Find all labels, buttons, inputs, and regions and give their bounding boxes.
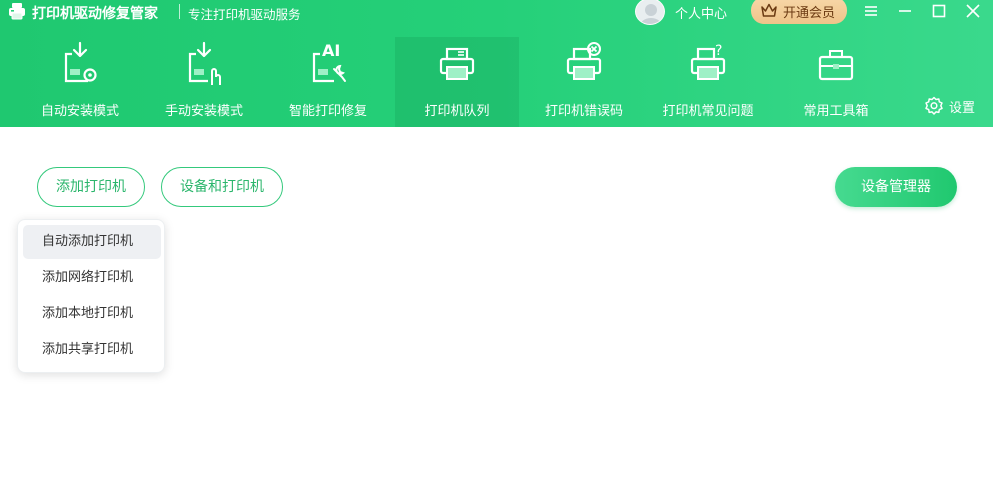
nav-label: 智能打印修复 — [288, 104, 367, 119]
add-printer-dropdown: 自动添加打印机 添加网络打印机 添加本地打印机 添加共享打印机 — [17, 219, 165, 373]
device-manager-button[interactable]: 设备管理器 — [835, 167, 957, 207]
title-divider — [179, 4, 180, 19]
nav-label: 手动安装模式 — [164, 104, 243, 119]
nav-item-printer-queue[interactable]: 打印机队列 — [395, 37, 519, 127]
settings-button[interactable]: 设置 — [924, 96, 986, 116]
vip-button[interactable]: 开通会员 — [751, 0, 847, 24]
close-icon[interactable] — [964, 2, 982, 20]
printer-logo-icon — [9, 3, 25, 20]
nav-label: 常用工具箱 — [803, 104, 869, 119]
dropdown-item-auto-add[interactable]: 自动添加打印机 — [23, 225, 161, 259]
title-bar: 打印机驱动修复管家 专注打印机驱动服务 个人中心 开通会员 — [0, 0, 993, 25]
toolbox-icon — [818, 50, 854, 81]
auto-install-icon — [64, 41, 97, 83]
minimize-icon[interactable] — [896, 2, 914, 20]
dropdown-item-network-add[interactable]: 添加网络打印机 — [23, 261, 161, 295]
printer-queue-icon — [439, 47, 475, 80]
main-nav: 自动安装模式 手动安装模式 AI 智能打印修复 打印机队列 打印机错误码 ? 打… — [0, 37, 993, 127]
svg-text:?: ? — [715, 43, 722, 59]
nav-item-printer-error[interactable]: 打印机错误码 — [522, 37, 646, 127]
menu-icon[interactable] — [862, 2, 880, 20]
nav-label: 打印机错误码 — [544, 104, 623, 119]
dropdown-item-shared-add[interactable]: 添加共享打印机 — [23, 333, 161, 367]
manual-install-icon — [188, 41, 221, 85]
nav-item-manual-install[interactable]: 手动安装模式 — [142, 37, 266, 127]
user-silhouette-icon — [640, 4, 662, 24]
dropdown-item-local-add[interactable]: 添加本地打印机 — [23, 297, 161, 331]
ai-repair-icon: AI — [312, 41, 346, 83]
nav-label: 打印机队列 — [424, 104, 490, 119]
gear-icon — [925, 96, 943, 115]
settings-label: 设置 — [949, 101, 976, 116]
nav-item-toolbox[interactable]: 常用工具箱 — [774, 37, 898, 127]
add-printer-button[interactable]: 添加打印机 — [37, 167, 145, 207]
nav-item-auto-install[interactable]: 自动安装模式 — [18, 37, 142, 127]
nav-label: 打印机常见问题 — [662, 104, 754, 119]
printer-faq-icon: ? — [690, 43, 726, 80]
user-center-link[interactable]: 个人中心 — [675, 3, 727, 22]
vip-label: 开通会员 — [783, 6, 836, 21]
devices-printers-button[interactable]: 设备和打印机 — [161, 167, 283, 207]
nav-item-printer-faq[interactable]: ? 打印机常见问题 — [646, 37, 770, 127]
crown-icon — [761, 3, 777, 17]
nav-item-ai-repair[interactable]: AI 智能打印修复 — [266, 37, 390, 127]
nav-label: 自动安装模式 — [40, 104, 119, 119]
app-title: 打印机驱动修复管家 — [32, 6, 158, 22]
svg-text:AI: AI — [322, 41, 340, 60]
app-subtitle: 专注打印机驱动服务 — [188, 7, 301, 22]
printer-error-icon — [566, 42, 602, 80]
maximize-icon[interactable] — [930, 2, 948, 20]
user-avatar[interactable] — [635, 0, 665, 25]
app-header: 打印机驱动修复管家 专注打印机驱动服务 个人中心 开通会员 自动安装模式 手动安… — [0, 0, 993, 127]
